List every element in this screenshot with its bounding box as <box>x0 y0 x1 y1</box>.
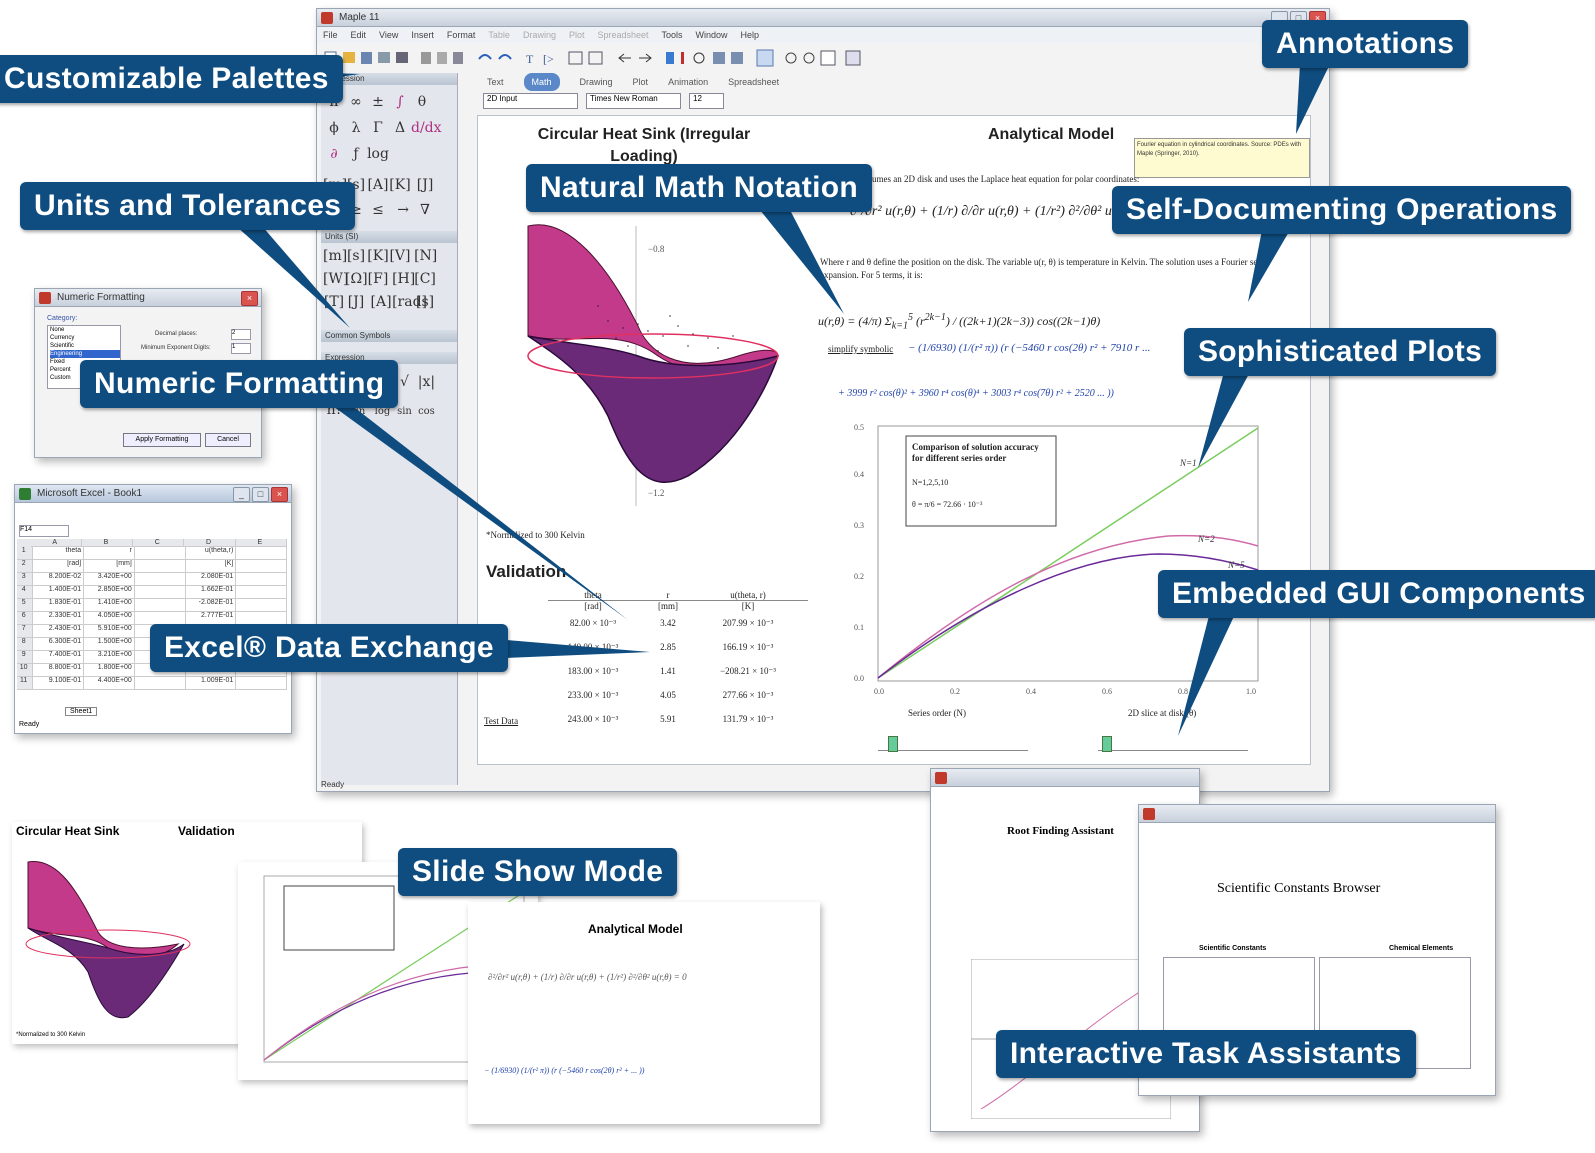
callout-units-tolerances: Units and Tolerances <box>20 182 356 230</box>
callout-customizable-palettes: Customizable Palettes <box>0 55 343 103</box>
callout-annotations: Annotations <box>1262 20 1469 68</box>
callout-sophisticated-plots: Sophisticated Plots <box>1184 328 1497 376</box>
callout-embedded-gui: Embedded GUI Components <box>1158 570 1595 618</box>
callout-excel: Excel® Data Exchange <box>150 624 508 672</box>
callout-slide-show: Slide Show Mode <box>398 848 678 896</box>
callout-task-assistants: Interactive Task Assistants <box>996 1030 1416 1078</box>
callout-numeric-formatting: Numeric Formatting <box>80 360 399 408</box>
callout-natural-math: Natural Math Notation <box>526 164 872 212</box>
callout-self-documenting: Self-Documenting Operations <box>1112 186 1572 234</box>
